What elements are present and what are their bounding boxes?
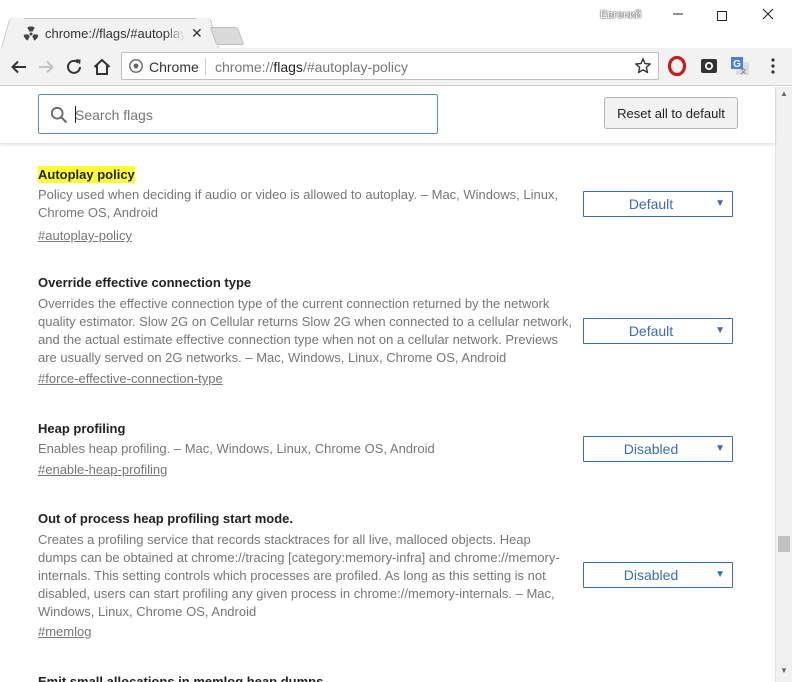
close-tab-icon[interactable]: ✕ bbox=[191, 25, 203, 41]
flag-select-value: Disabled bbox=[623, 441, 679, 457]
omnibox-origin: Chrome bbox=[149, 59, 199, 75]
url-path: /#autoplay-policy bbox=[302, 59, 408, 75]
svg-text:文: 文 bbox=[740, 68, 746, 76]
flag-select[interactable]: Disabled ▼ bbox=[583, 562, 733, 588]
caret-down-icon: ▼ bbox=[715, 443, 725, 454]
flag-name: Emit small allocations in memlog heap du… bbox=[38, 674, 327, 682]
active-tab[interactable]: chrome://flags/#autoplay-policy ✕ bbox=[12, 18, 208, 48]
caret-down-icon: ▼ bbox=[715, 325, 725, 336]
vertical-scrollbar[interactable]: ▲ ▼ bbox=[775, 87, 792, 682]
arrow-left-icon[interactable] bbox=[8, 56, 30, 78]
flag-link[interactable]: #autoplay-policy bbox=[38, 227, 132, 244]
arrow-right-icon[interactable] bbox=[35, 56, 57, 78]
flag-name: Heap profiling bbox=[38, 421, 126, 436]
flag-select[interactable]: Default ▼ bbox=[583, 191, 733, 217]
scroll-down-icon[interactable]: ▼ bbox=[780, 666, 788, 675]
reset-all-button[interactable]: Reset all to default bbox=[604, 97, 738, 129]
screen-recorder-icon[interactable] bbox=[699, 56, 719, 76]
flag-description: Enables heap profiling. – Mac, Windows, … bbox=[38, 441, 435, 456]
tab-title: chrome://flags/#autoplay-policy bbox=[45, 26, 185, 41]
chrome-page-icon[interactable] bbox=[129, 59, 143, 73]
flag-link[interactable]: #force-effective-connection-type bbox=[38, 370, 223, 387]
search-icon bbox=[50, 106, 68, 124]
url-text[interactable]: chrome://flags/#autoplay-policy bbox=[215, 59, 408, 75]
new-tab-button[interactable] bbox=[209, 27, 245, 45]
flag-name: Override effective connection type bbox=[38, 275, 252, 290]
caret-down-icon: ▼ bbox=[715, 198, 725, 209]
url-host: flags bbox=[273, 59, 303, 75]
reload-icon[interactable] bbox=[63, 56, 85, 78]
three-dots-menu-icon[interactable] bbox=[766, 56, 780, 76]
flag-item: Emit small allocations in memlog heap du… bbox=[38, 673, 738, 682]
scroll-thumb[interactable] bbox=[778, 536, 790, 552]
flag-select[interactable]: Disabled ▼ bbox=[583, 436, 733, 462]
home-icon[interactable] bbox=[91, 56, 113, 78]
text-caret bbox=[75, 106, 76, 123]
minimize-button[interactable] bbox=[663, 4, 693, 26]
flag-name: Autoplay policy bbox=[38, 166, 135, 183]
scroll-up-icon[interactable]: ▲ bbox=[780, 89, 788, 98]
address-bar[interactable]: Chrome chrome://flags/#autoplay-policy bbox=[121, 52, 659, 80]
flag-description: Creates a profiling service that records… bbox=[38, 532, 560, 619]
search-box[interactable] bbox=[38, 94, 438, 134]
minimize-icon bbox=[673, 13, 683, 15]
flag-description: Policy used when deciding if audio or vi… bbox=[38, 187, 559, 220]
close-window-button[interactable] bbox=[753, 4, 783, 26]
google-translate-icon[interactable]: G 文 bbox=[730, 56, 750, 76]
flag-item: Override effective connection type Overr… bbox=[38, 274, 738, 386]
close-icon bbox=[762, 8, 774, 20]
maximize-button[interactable] bbox=[707, 4, 737, 26]
flag-item: Out of process heap profiling start mode… bbox=[38, 510, 738, 639]
search-input[interactable] bbox=[75, 104, 415, 126]
flag-select-value: Disabled bbox=[623, 567, 679, 583]
flags-header: Reset all to default bbox=[0, 87, 775, 143]
flag-select-value: Default bbox=[628, 323, 674, 339]
flag-link[interactable]: #memlog bbox=[38, 623, 91, 640]
flag-name: Out of process heap profiling start mode… bbox=[38, 511, 293, 526]
flags-list: Autoplay policy Policy used when decidin… bbox=[0, 143, 775, 682]
flag-select-value: Default bbox=[628, 196, 674, 212]
flag-select[interactable]: Default ▼ bbox=[583, 318, 733, 344]
star-icon[interactable] bbox=[634, 57, 652, 75]
flag-item: Autoplay policy Policy used when decidin… bbox=[38, 166, 738, 243]
radiation-icon bbox=[23, 26, 39, 41]
flag-item: Heap profiling Enables heap profiling. –… bbox=[38, 420, 738, 477]
caret-down-icon: ▼ bbox=[715, 569, 725, 580]
title-bar: chrome://flags/#autoplay-policy ✕ Евгени… bbox=[0, 0, 792, 48]
flag-link[interactable]: #enable-heap-profiling bbox=[38, 461, 167, 478]
flag-description: Overrides the effective connection type … bbox=[38, 296, 572, 365]
maximize-icon bbox=[717, 11, 727, 22]
opera-icon[interactable] bbox=[667, 56, 687, 76]
omnibox-divider bbox=[205, 58, 206, 75]
url-scheme: chrome:// bbox=[215, 59, 274, 75]
profile-name[interactable]: Евгений bbox=[600, 9, 641, 21]
browser-toolbar: Chrome chrome://flags/#autoplay-policy G… bbox=[0, 48, 792, 86]
